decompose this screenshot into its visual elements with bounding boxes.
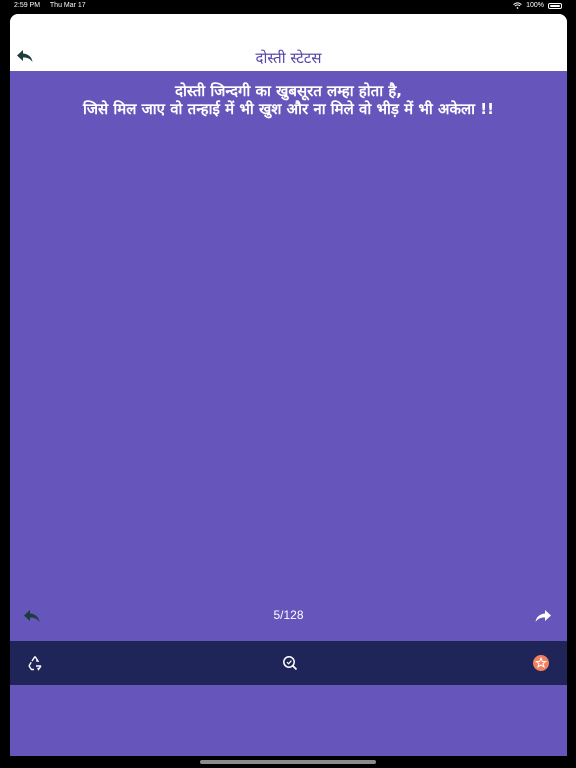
app-window: दोस्ती स्टेटस दोस्ती जिन्दगी का खुबसूरत … xyxy=(10,14,567,756)
battery-icon xyxy=(548,2,562,9)
status-quote: दोस्ती जिन्दगी का खुबसूरत लम्हा होता है,… xyxy=(30,82,547,118)
wifi-icon xyxy=(513,2,522,9)
battery-percent: 100% xyxy=(526,2,544,9)
recycle-icon[interactable] xyxy=(27,655,43,671)
status-date: Thu Mar 17 xyxy=(49,2,86,9)
quote-line-2: जिसे मिल जाए वो तन्हाई में भी खुश और ना … xyxy=(83,100,494,118)
status-bar: 2:59 PM Thu Mar 17 100% xyxy=(0,0,576,12)
status-time: 2:59 PM xyxy=(14,2,41,9)
next-arrow-icon[interactable] xyxy=(534,609,552,623)
bottom-toolbar xyxy=(10,641,567,685)
star-icon[interactable] xyxy=(533,655,549,671)
quote-line-1: दोस्ती जिन्दगी का खुबसूरत लम्हा होता है, xyxy=(175,82,402,100)
navigation-bar: दोस्ती स्टेटस xyxy=(10,14,567,71)
page-counter: 5/128 xyxy=(273,608,304,622)
page-title: दोस्ती स्टेटस xyxy=(255,49,322,67)
home-indicator[interactable] xyxy=(200,760,376,764)
search-icon[interactable] xyxy=(282,655,298,671)
